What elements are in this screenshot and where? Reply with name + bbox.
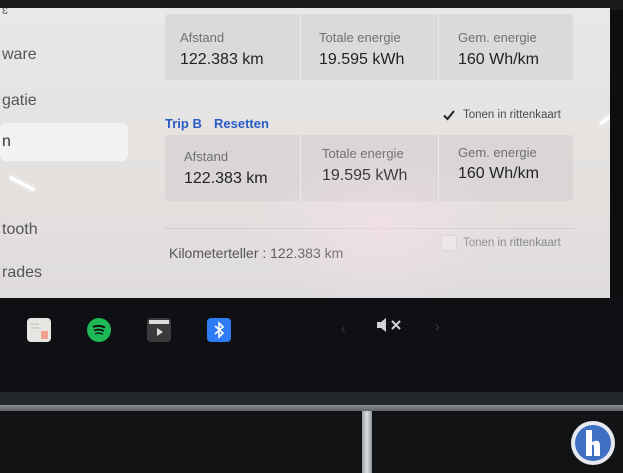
total-energy-value: 19.595 kWh [322, 167, 408, 184]
total-energy-label: Totale energie [319, 30, 401, 45]
trip-a-panel: Afstand 122.383 km Totale energie 19.595… [165, 14, 573, 80]
trip-a-total-energy: Totale energie 19.595 kWh [301, 14, 438, 80]
total-energy-value: 19.595 kWh [319, 51, 405, 68]
odometer-readout: Kilometerteller : 122.383 km [169, 245, 344, 261]
screen-reflection [8, 175, 36, 192]
avg-energy-label: Gem. energie [458, 145, 537, 160]
media-player-icon[interactable] [147, 318, 171, 342]
sidebar-item-partial-top[interactable]: ɛ [2, 8, 8, 17]
next-chevron-icon[interactable]: › [435, 318, 440, 334]
trip-b-show-label: Tonen in rittenkaart [463, 109, 561, 121]
distance-label: Afstand [184, 149, 229, 164]
distance-label: Afstand [180, 30, 225, 45]
sidebar-item-upgrades[interactable]: rades [2, 264, 42, 282]
trip-b-title: Trip B [165, 116, 202, 131]
mount-bar [0, 405, 623, 411]
reset-trip-b-button[interactable]: Resetten [214, 116, 269, 131]
sidebar-item-trips-selected[interactable]: n [0, 123, 128, 161]
watermark-logo-icon [570, 420, 616, 466]
odometer-show-label: Tonen in rittenkaart [463, 237, 561, 249]
mount-pole [362, 411, 372, 473]
distance-value: 122.383 km [180, 51, 264, 68]
display-screen: ɛ ware gatie n tooth rades Afstand 122.3… [0, 8, 610, 298]
sidebar-item-bluetooth[interactable]: tooth [2, 221, 38, 239]
odometer-show-checkbox[interactable]: Tonen in rittenkaart [441, 235, 561, 251]
taskbar [0, 298, 623, 393]
trip-a-avg-energy: Gem. energie 160 Wh/km [439, 14, 573, 80]
trip-b-panel: Afstand 122.383 km Totale energie 19.595… [165, 135, 573, 201]
avg-energy-value: 160 Wh/km [458, 165, 539, 182]
trip-b-distance: Afstand 122.383 km [165, 135, 300, 201]
sidebar-item-navigation[interactable]: gatie [2, 92, 37, 110]
notes-icon[interactable] [27, 318, 51, 342]
spotify-icon[interactable] [87, 318, 111, 342]
sidebar-item-software[interactable]: ware [2, 46, 37, 64]
bluetooth-icon[interactable] [207, 318, 231, 342]
sidebar-item-label: n [2, 133, 11, 150]
volume-muted-icon[interactable] [375, 316, 405, 339]
checkmark-icon [441, 107, 457, 123]
empty-checkbox-icon [441, 235, 457, 251]
settings-sidebar: ɛ ware gatie n tooth rades [0, 8, 130, 298]
trip-a-distance: Afstand 122.383 km [165, 14, 300, 80]
prev-chevron-icon[interactable]: ‹ [341, 320, 346, 336]
trip-b-show-checkbox[interactable]: Tonen in rittenkaart [441, 107, 561, 123]
section-divider [165, 228, 575, 229]
trip-b-total-energy: Totale energie 19.595 kWh [301, 135, 438, 201]
screen-reflection [599, 109, 610, 126]
background-dashboard [0, 411, 623, 473]
distance-value: 122.383 km [184, 170, 268, 187]
avg-energy-label: Gem. energie [458, 30, 537, 45]
total-energy-label: Totale energie [322, 146, 404, 161]
trip-b-avg-energy: Gem. energie 160 Wh/km [439, 135, 573, 201]
avg-energy-value: 160 Wh/km [458, 51, 539, 68]
